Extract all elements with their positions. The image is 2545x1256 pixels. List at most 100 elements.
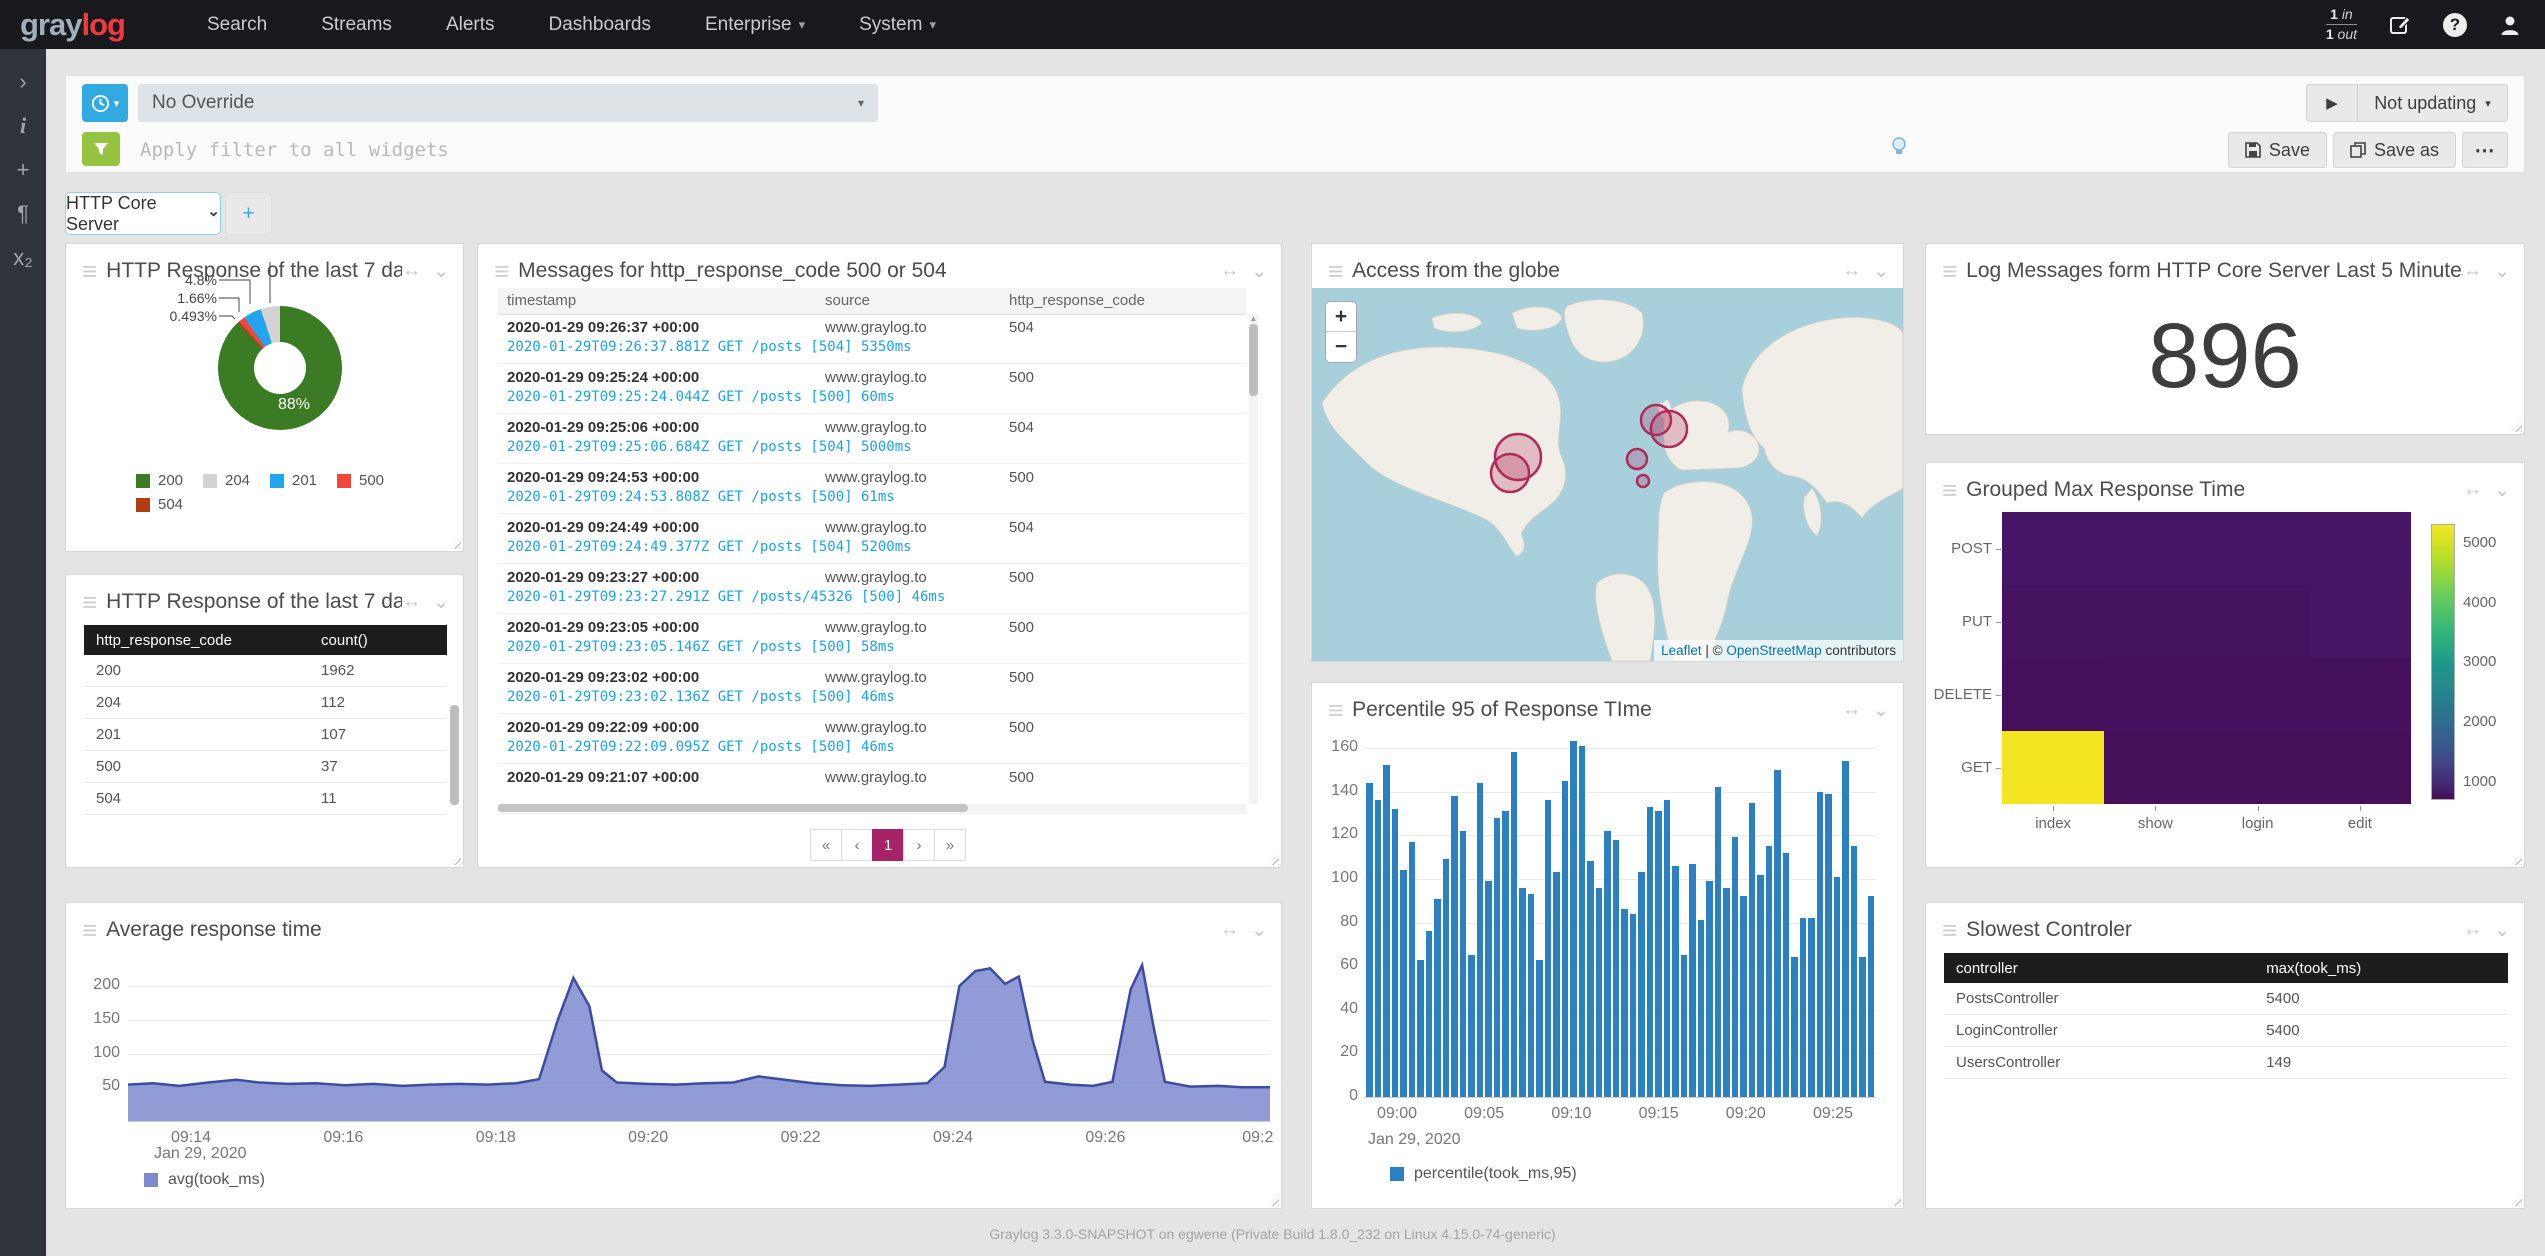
bar[interactable] [1766, 846, 1773, 1097]
replay-search-icon[interactable]: ↔ [402, 260, 421, 282]
scrollbar-thumb[interactable] [450, 705, 459, 805]
zoom-in-button[interactable]: + [1326, 302, 1356, 332]
nav-item-alerts[interactable]: Alerts [419, 0, 522, 49]
bar[interactable] [1859, 957, 1866, 1097]
osm-link[interactable]: OpenStreetMap [1726, 643, 1821, 658]
drag-handle-icon[interactable]: ≡ [82, 258, 97, 284]
heatmap-cell[interactable] [2207, 658, 2309, 731]
bar[interactable] [1519, 888, 1526, 1097]
drag-handle-icon[interactable]: ≡ [1328, 697, 1343, 723]
bar[interactable] [1655, 811, 1662, 1097]
bar[interactable] [1638, 872, 1645, 1097]
widget-menu-icon[interactable]: ⌄ [2494, 260, 2510, 283]
bar[interactable] [1596, 888, 1603, 1097]
info-icon[interactable]: i [10, 115, 36, 137]
bar[interactable] [1417, 960, 1424, 1097]
bar[interactable] [1426, 931, 1433, 1097]
drag-handle-icon[interactable]: ≡ [1328, 258, 1343, 284]
widget-menu-icon[interactable]: ⌄ [1873, 260, 1889, 283]
plus-icon[interactable]: + [10, 159, 36, 181]
legend-item[interactable]: 500 [337, 472, 404, 489]
bar[interactable] [1536, 960, 1543, 1097]
resize-handle[interactable] [2511, 854, 2522, 865]
column-header[interactable]: max(took_ms) [2254, 960, 2508, 977]
heatmap-cell[interactable] [2207, 512, 2309, 585]
resize-handle[interactable] [2511, 421, 2522, 432]
widget-menu-icon[interactable]: ⌄ [1873, 699, 1889, 722]
filter-input[interactable] [138, 132, 1842, 168]
bar[interactable] [1434, 899, 1441, 1097]
message-row[interactable]: 2020-01-29 09:24:53 +00:002020-01-29T09:… [498, 464, 1246, 514]
message-row[interactable]: 2020-01-29 09:25:06 +00:002020-01-29T09:… [498, 414, 1246, 464]
column-header-timestamp[interactable]: timestamp [507, 292, 576, 309]
heatmap-cell[interactable] [2104, 731, 2206, 804]
legend-item[interactable]: 504 [136, 496, 203, 513]
bar[interactable] [1723, 888, 1730, 1097]
map-data-circle[interactable] [1651, 411, 1687, 447]
leaflet-link[interactable]: Leaflet [1661, 643, 1702, 658]
heatmap-cell[interactable] [2207, 731, 2309, 804]
nav-item-enterprise[interactable]: Enterprise▾ [678, 0, 832, 49]
heatmap-cell[interactable] [2002, 658, 2104, 731]
bar[interactable] [1868, 896, 1875, 1097]
widget-menu-icon[interactable]: ⌄ [2494, 919, 2510, 942]
message-row[interactable]: 2020-01-29 09:26:37 +00:002020-01-29T09:… [498, 314, 1246, 364]
map-canvas[interactable]: + − Leaflet | © OpenStreetMap contributo… [1312, 288, 1903, 661]
replay-search-icon[interactable]: ↔ [1842, 260, 1861, 282]
message-row[interactable]: 2020-01-29 09:23:05 +00:002020-01-29T09:… [498, 614, 1246, 664]
graylog-logo[interactable]: graylog [20, 7, 125, 43]
tab-http-core-server[interactable]: HTTP Core Server ⌄ [65, 192, 221, 235]
map-data-circle[interactable] [1637, 475, 1649, 487]
bar[interactable] [1613, 840, 1620, 1097]
bar[interactable] [1825, 794, 1832, 1097]
refresh-play-button[interactable]: ▶ [2306, 84, 2358, 122]
bar[interactable] [1851, 846, 1858, 1097]
bar[interactable] [1783, 853, 1790, 1097]
bar[interactable] [1698, 920, 1705, 1097]
bar[interactable] [1842, 761, 1849, 1097]
drag-handle-icon[interactable]: ≡ [1942, 258, 1957, 284]
bar[interactable] [1502, 811, 1509, 1097]
heatmap-cell[interactable] [2104, 512, 2206, 585]
bar[interactable] [1562, 781, 1569, 1097]
heatmap-cell[interactable] [2002, 512, 2104, 585]
widget-menu-icon[interactable]: ⌄ [2494, 479, 2510, 502]
drag-handle-icon[interactable]: ≡ [1942, 917, 1957, 943]
bar[interactable] [1400, 870, 1407, 1097]
drag-handle-icon[interactable]: ≡ [1942, 477, 1957, 503]
heatmap-cell[interactable] [2309, 512, 2411, 585]
bar[interactable] [1494, 818, 1501, 1097]
replay-search-icon[interactable]: ↔ [2463, 919, 2482, 941]
help-icon[interactable]: ? [2443, 13, 2467, 37]
heatmap-cell[interactable] [2207, 585, 2309, 658]
page-button-«[interactable]: « [810, 829, 842, 861]
bar[interactable] [1366, 783, 1373, 1097]
bar[interactable] [1383, 765, 1390, 1097]
heatmap-cell[interactable] [2309, 585, 2411, 658]
bar[interactable] [1528, 894, 1535, 1097]
map-data-circle[interactable] [1491, 454, 1529, 492]
bar[interactable] [1732, 837, 1739, 1097]
page-button-»[interactable]: » [934, 829, 966, 861]
column-header[interactable]: http_response_code [84, 632, 309, 649]
bar[interactable] [1740, 896, 1747, 1097]
message-row[interactable]: 2020-01-29 09:23:27 +00:002020-01-29T09:… [498, 564, 1246, 614]
bar[interactable] [1817, 792, 1824, 1097]
widget-menu-icon[interactable]: ⌄ [1251, 919, 1267, 942]
zoom-out-button[interactable]: − [1326, 332, 1356, 362]
bar[interactable] [1706, 881, 1713, 1097]
replay-search-icon[interactable]: ↔ [402, 591, 421, 613]
replay-search-icon[interactable]: ↔ [1220, 260, 1239, 282]
time-range-button[interactable]: ▾ [82, 84, 128, 122]
bar[interactable] [1604, 831, 1611, 1097]
widget-menu-icon[interactable]: ⌄ [433, 260, 449, 283]
bar[interactable] [1570, 741, 1577, 1097]
lightbulb-icon[interactable] [1890, 136, 1908, 161]
bar[interactable] [1715, 787, 1722, 1097]
nav-item-search[interactable]: Search [180, 0, 294, 49]
replay-search-icon[interactable]: ↔ [1220, 919, 1239, 941]
bar[interactable] [1460, 831, 1467, 1097]
resize-handle[interactable] [2511, 1195, 2522, 1206]
scroll-up-icon[interactable]: ▲ [1249, 314, 1258, 323]
bar[interactable] [1791, 957, 1798, 1097]
